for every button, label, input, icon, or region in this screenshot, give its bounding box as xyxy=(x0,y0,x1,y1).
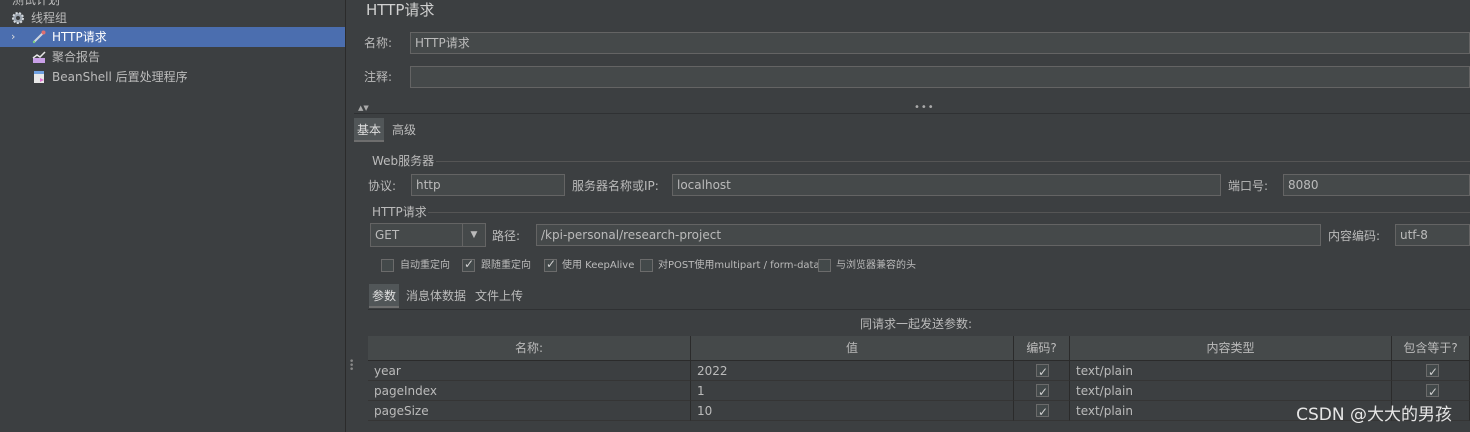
method-select-value: GET xyxy=(375,228,400,242)
keepalive-label: 使用 KeepAlive xyxy=(562,260,635,271)
multipart-label: 对POST使用multipart / form-data xyxy=(658,260,820,271)
server-label: 服务器名称或IP: xyxy=(572,179,659,193)
follow-redirect-checkbox[interactable] xyxy=(462,257,475,272)
encode-checkbox[interactable] xyxy=(1036,382,1049,402)
pipette-icon xyxy=(31,29,47,45)
http-request-panel: HTTP请求 名称: HTTP请求 注释: ▲▼ ••• 基本 高级 Web服务… xyxy=(354,0,1470,432)
tab-body-data[interactable]: 消息体数据 xyxy=(403,284,469,308)
encode-checkbox[interactable] xyxy=(1036,362,1049,382)
tree-item-label: BeanShell 后置处理程序 xyxy=(52,70,188,84)
splitter-handle-icon: • • • xyxy=(349,357,355,375)
method-select[interactable]: GET ▼ xyxy=(370,223,486,247)
table-cell-content-type[interactable]: text/plain xyxy=(1070,381,1392,401)
comment-field[interactable] xyxy=(410,66,1470,88)
panel-splitter[interactable]: • • • xyxy=(345,0,354,432)
column-header-content-type[interactable]: 内容类型 xyxy=(1070,336,1392,361)
table-cell-value[interactable]: 2022 xyxy=(691,361,1014,381)
column-header-include-equals[interactable]: 包含等于? xyxy=(1392,336,1470,361)
web-server-group-title: Web服务器 xyxy=(372,154,435,168)
include-equals-checkbox[interactable] xyxy=(1426,362,1439,382)
browser-compatible-headers-label: 与浏览器兼容的头 xyxy=(836,260,916,271)
chevron-right-icon[interactable]: › xyxy=(11,27,15,47)
tree-item-beanshell-postprocessor[interactable]: BeanShell 后置处理程序 xyxy=(0,67,345,87)
csdn-watermark: CSDN @大大的男孩 xyxy=(1296,405,1452,425)
chevron-down-icon[interactable]: ▼ xyxy=(462,224,485,246)
panel-title: HTTP请求 xyxy=(366,1,435,19)
gear-icon xyxy=(10,10,26,26)
table-cell-include-equals xyxy=(1392,381,1470,402)
tree-item-thread-group[interactable]: 线程组 xyxy=(0,8,345,28)
table-cell-value[interactable]: 1 xyxy=(691,381,1014,401)
table-cell-encode xyxy=(1014,401,1070,422)
table-cell-value[interactable]: 10 xyxy=(691,401,1014,421)
path-field[interactable]: /kpi-personal/research-project xyxy=(536,224,1321,246)
auto-redirect-checkbox[interactable] xyxy=(381,259,394,272)
params-caption: 同请求一起发送参数: xyxy=(860,317,973,331)
http-request-group-title: HTTP请求 xyxy=(372,205,427,219)
tab-file-upload[interactable]: 文件上传 xyxy=(472,284,526,308)
port-label: 端口号: xyxy=(1228,179,1269,193)
column-header-encode[interactable]: 编码? xyxy=(1014,336,1070,361)
column-header-name[interactable]: 名称: xyxy=(368,336,691,361)
path-label: 路径: xyxy=(492,229,521,243)
server-field[interactable]: localhost xyxy=(672,174,1221,196)
auto-redirect-label: 自动重定向 xyxy=(400,260,450,271)
tree-item-http-request[interactable]: › HTTP请求 xyxy=(0,27,345,47)
multipart-checkbox[interactable] xyxy=(640,259,653,272)
tab-parameters[interactable]: 参数 xyxy=(369,284,400,308)
tree-item-label: 聚合报告 xyxy=(52,50,101,64)
chart-icon xyxy=(31,49,47,65)
browser-compatible-headers-checkbox[interactable] xyxy=(818,259,831,272)
tree-item-label: 线程组 xyxy=(31,11,68,25)
collapse-arrows-icon[interactable]: ▲▼ xyxy=(358,104,369,112)
port-field[interactable]: 8080 xyxy=(1283,174,1470,196)
table-cell-name[interactable]: pageIndex xyxy=(368,381,691,401)
table-cell-include-equals xyxy=(1392,361,1470,382)
name-field[interactable]: HTTP请求 xyxy=(410,32,1470,54)
encoding-field[interactable]: utf-8 xyxy=(1395,224,1470,246)
protocol-label: 协议: xyxy=(368,179,397,193)
table-cell-encode xyxy=(1014,361,1070,382)
split-handle-icon[interactable]: ••• xyxy=(914,102,935,113)
tab-basic[interactable]: 基本 xyxy=(354,118,385,142)
encode-checkbox[interactable] xyxy=(1036,402,1049,422)
test-plan-tree: 测试计划 线程组 › HTTP请求 聚合报告 BeanShell 后置处理程序 xyxy=(0,0,345,432)
comment-label: 注释: xyxy=(364,70,393,84)
script-icon xyxy=(31,69,47,85)
table-cell-content-type[interactable]: text/plain xyxy=(1070,361,1392,381)
keepalive-checkbox[interactable] xyxy=(544,257,557,272)
column-header-value[interactable]: 值 xyxy=(691,336,1014,361)
tree-item-aggregate-report[interactable]: 聚合报告 xyxy=(0,47,345,67)
follow-redirect-label: 跟随重定向 xyxy=(481,260,531,271)
include-equals-checkbox[interactable] xyxy=(1426,382,1439,402)
tab-advanced[interactable]: 高级 xyxy=(389,118,419,142)
tree-item-label: HTTP请求 xyxy=(52,30,107,44)
protocol-field[interactable]: http xyxy=(411,174,565,196)
name-label: 名称: xyxy=(364,36,393,50)
table-cell-name[interactable]: year xyxy=(368,361,691,381)
table-cell-name[interactable]: pageSize xyxy=(368,401,691,421)
table-cell-encode xyxy=(1014,381,1070,402)
encoding-label: 内容编码: xyxy=(1328,229,1381,243)
